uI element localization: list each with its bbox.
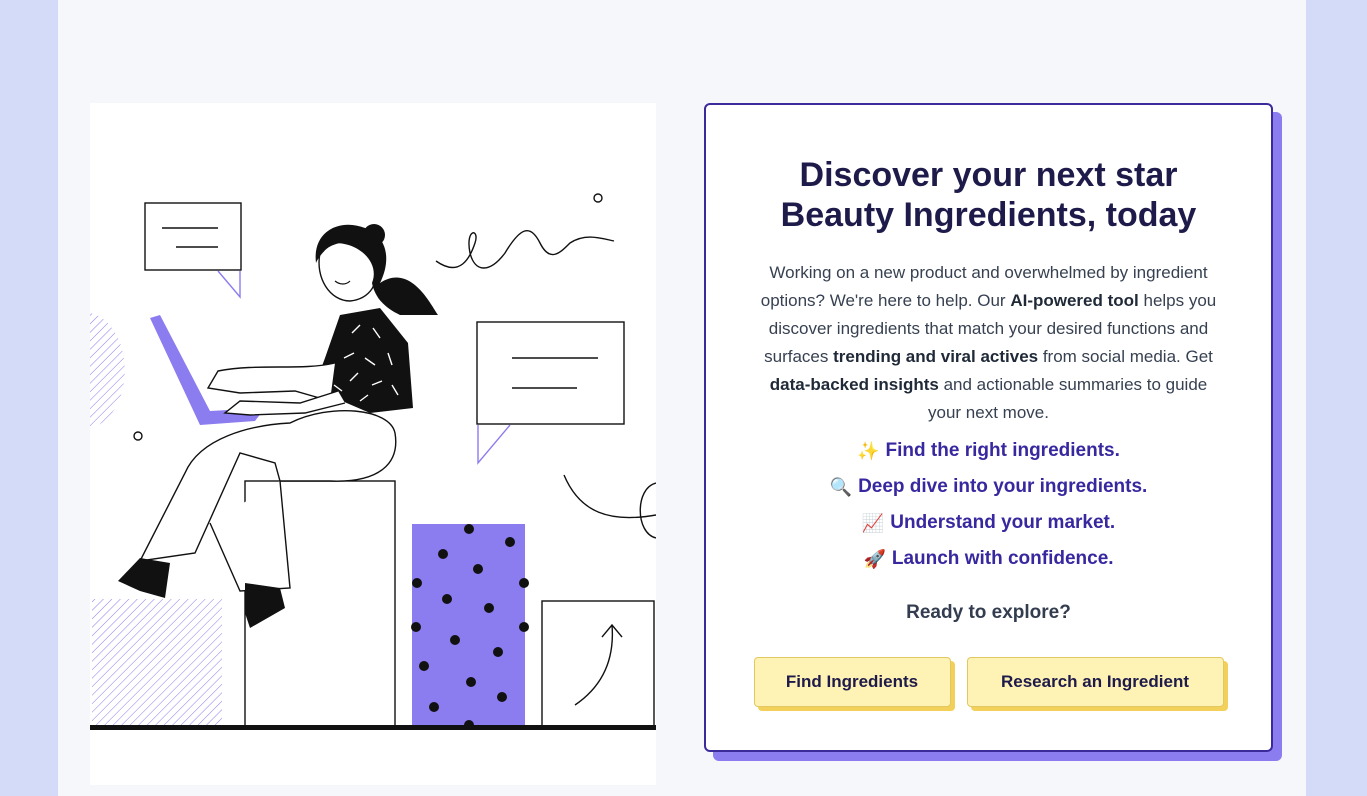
intro-bold-3: data-backed insights [769, 375, 939, 394]
rocket-icon: 🚀 [863, 549, 886, 569]
feature-text: Deep dive into your ingredients. [858, 476, 1148, 497]
sparkles-icon: ✨ [857, 441, 880, 461]
title-line-1: Discover your next star [799, 156, 1178, 194]
intro-text-4: and actionable summaries to guide your n… [928, 375, 1208, 422]
research-ingredient-button[interactable]: Research an Ingredient [966, 657, 1224, 707]
feature-text: Understand your market. [890, 512, 1116, 533]
hero-card: Discover your next star Beauty Ingredien… [704, 103, 1273, 752]
intro-text-3: from social media. Get [1038, 347, 1213, 366]
title-line-2: Beauty Ingredients, today [780, 196, 1197, 234]
feature-text: Find the right ingredients. [885, 440, 1120, 461]
page-title: Discover your next star Beauty Ingredien… [736, 155, 1241, 235]
chart-up-icon: 📈 [861, 513, 885, 533]
woman-with-laptop-illustration [90, 193, 656, 730]
cta-label: Ready to explore? [906, 602, 1071, 623]
feature-item-launch: 🚀 Launch with confidence. [706, 541, 1271, 577]
intro-paragraph: Working on a new product and overwhelmed… [756, 259, 1221, 427]
cta-buttons: Find Ingredients Research an Ingredient [706, 657, 1271, 707]
hero-illustration [90, 103, 656, 785]
find-ingredients-button[interactable]: Find Ingredients [753, 657, 951, 707]
intro-bold-2: trending and viral actives [833, 347, 1039, 366]
magnifier-icon: 🔍 [829, 477, 853, 497]
feature-item-deep-dive: 🔍 Deep dive into your ingredients. [706, 469, 1271, 505]
feature-list: ✨ Find the right ingredients. 🔍 Deep div… [706, 433, 1271, 577]
feature-item-find: ✨ Find the right ingredients. [706, 433, 1271, 469]
feature-text: Launch with confidence. [891, 548, 1114, 569]
intro-bold-1: AI-powered tool [1010, 291, 1139, 310]
feature-item-market: 📈 Understand your market. [706, 505, 1271, 541]
